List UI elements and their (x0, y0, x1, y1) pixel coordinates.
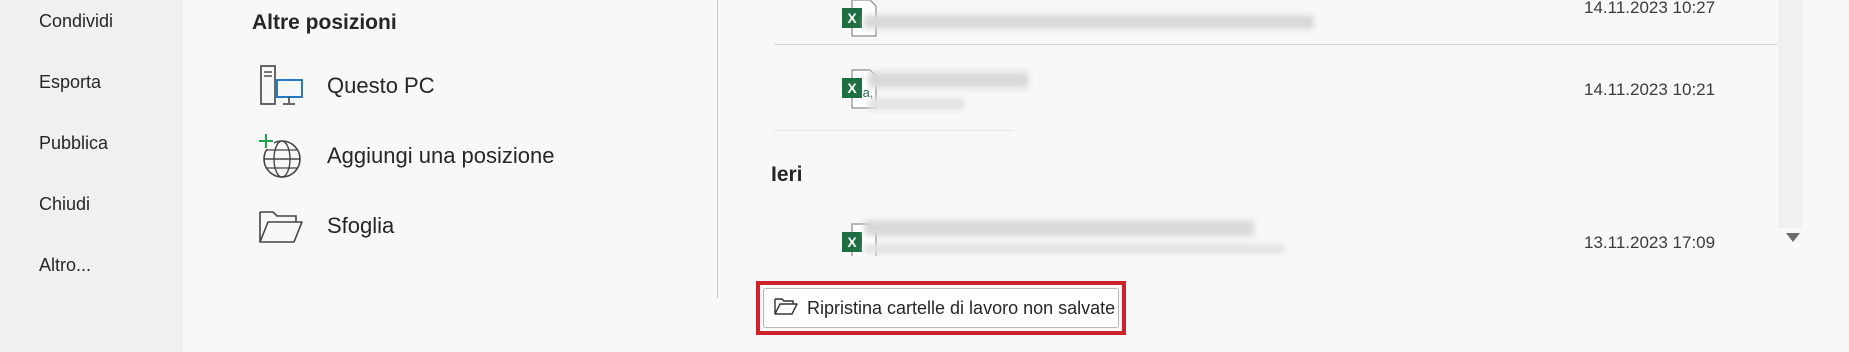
location-label: Aggiungi una posizione (327, 143, 555, 168)
nav-item-chiudi[interactable]: Chiudi (39, 194, 90, 215)
location-browse[interactable]: Sfoglia (255, 196, 675, 256)
restore-unsaved-workbooks-button[interactable]: Ripristina cartelle di lavoro non salvat… (763, 288, 1119, 328)
blurred-filepath (868, 98, 964, 110)
file-date: 14.11.2023 10:27 (1584, 0, 1716, 17)
location-label: Questo PC (327, 73, 435, 98)
group-header-ieri: Ieri (771, 163, 803, 186)
row-divider (774, 44, 1781, 45)
add-globe-icon (255, 130, 307, 182)
svg-text:X: X (847, 234, 857, 250)
file-row[interactable]: X 13.11.2023 17:09 (774, 200, 1781, 256)
svg-text:X: X (847, 80, 857, 96)
nav-item-altro[interactable]: Altro... (39, 255, 91, 276)
computer-icon (255, 60, 307, 112)
file-date: 14.11.2023 10:21 (1584, 80, 1716, 99)
blurred-filename (864, 220, 1254, 236)
file-row[interactable]: X 14.11.2023 10:27 (774, 0, 1781, 42)
blurred-filename (864, 15, 1314, 29)
backstage-left-nav: Condividi Esporta Pubblica Chiudi Altro.… (0, 0, 183, 352)
locations-panel: Altre posizioni Questo PC Aggiungi una p… (183, 0, 718, 352)
folder-icon (255, 200, 307, 252)
location-label: Sfoglia (327, 213, 395, 238)
svg-text:X: X (847, 10, 857, 26)
blurred-filename (868, 72, 1028, 88)
scroll-down-arrow-icon[interactable] (1786, 233, 1800, 242)
file-date: 13.11.2023 17:09 (1584, 233, 1716, 252)
scrollbar-track[interactable] (1778, 0, 1802, 228)
locations-title: Altre posizioni (252, 11, 397, 34)
open-folder-icon (774, 296, 798, 321)
row-divider (774, 130, 1014, 131)
location-add-place[interactable]: Aggiungi una posizione (255, 126, 675, 186)
nav-item-pubblica[interactable]: Pubblica (39, 133, 108, 154)
location-this-pc[interactable]: Questo PC (255, 56, 675, 116)
nav-item-esporta[interactable]: Esporta (39, 72, 101, 93)
restore-button-label: Ripristina cartelle di lavoro non salvat… (807, 297, 1116, 318)
blurred-filepath (864, 244, 1284, 254)
excel-open-backstage: Condividi Esporta Pubblica Chiudi Altro.… (0, 0, 1849, 352)
nav-item-condividi[interactable]: Condividi (39, 11, 113, 32)
file-row[interactable]: X a, 14.11.2023 10:21 (774, 54, 1781, 126)
